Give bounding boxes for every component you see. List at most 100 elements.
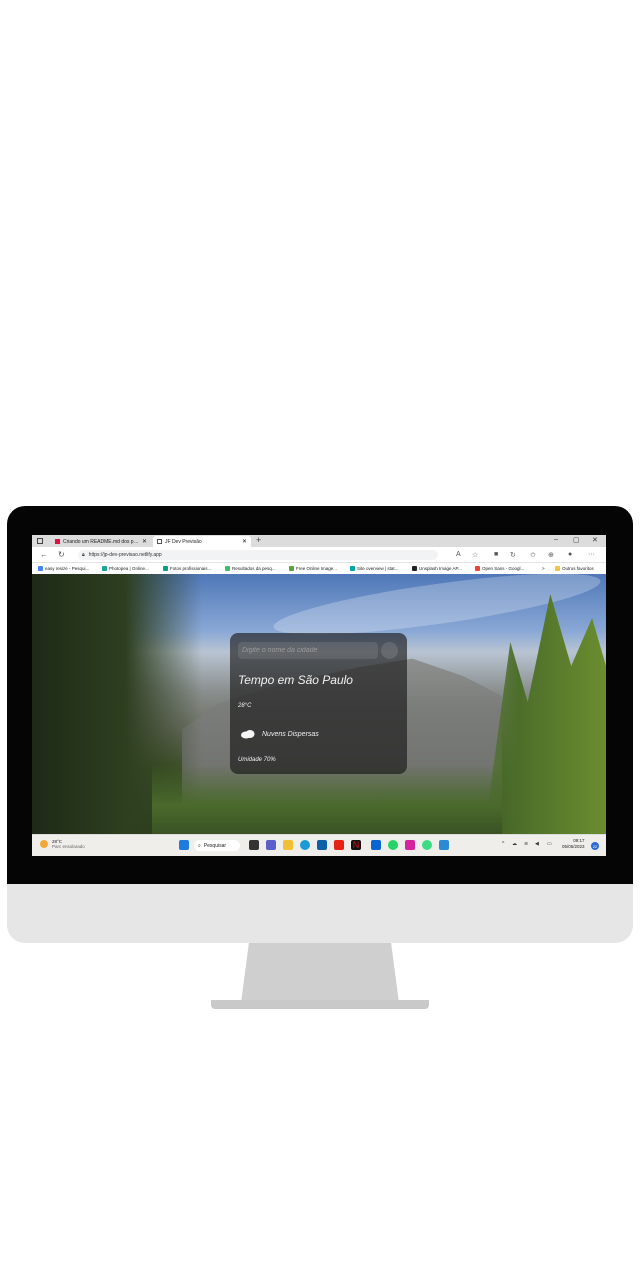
weather-card: Tempo em São Paulo 28°C Nuvens Dispersas… bbox=[230, 633, 407, 774]
favorite-icon bbox=[289, 566, 294, 571]
taskbar: 28°C Parc ensolarado ⌕ Pesquisar N ^ ☁ ≋… bbox=[32, 834, 606, 856]
taskbar-search-label: Pesquisar bbox=[203, 842, 227, 849]
weather-condition: Nuvens Dispersas bbox=[240, 729, 319, 739]
tab-label: Criando um README.md dos pr... bbox=[63, 538, 139, 545]
show-hidden-icons-icon[interactable]: ^ bbox=[502, 841, 504, 847]
close-tab-icon[interactable]: ✕ bbox=[242, 538, 247, 545]
favorite-item[interactable]: Open Sans - Googl... bbox=[475, 566, 524, 571]
city-title: Tempo em São Paulo bbox=[238, 673, 353, 687]
volume-icon[interactable]: ◀ bbox=[535, 841, 539, 847]
start-icon[interactable] bbox=[179, 840, 189, 850]
favorite-icon bbox=[163, 566, 168, 571]
monitor-stand-base bbox=[211, 1000, 429, 1009]
extension-icon[interactable]: ■ bbox=[494, 551, 498, 558]
favorite-item[interactable]: Fotos profissionais... bbox=[163, 566, 211, 571]
profile-icon[interactable]: ● bbox=[568, 551, 572, 558]
favorite-item[interactable]: Photopea | Online... bbox=[102, 566, 149, 571]
notification-badge[interactable]: 22 bbox=[591, 842, 599, 850]
other-favorites-folder[interactable]: Outros favoritos bbox=[555, 566, 594, 571]
whatsapp-icon[interactable] bbox=[388, 840, 398, 850]
tab-actions-icon[interactable] bbox=[37, 538, 43, 544]
battery-icon[interactable]: ▭ bbox=[547, 841, 552, 847]
refresh-icon[interactable]: ↻ bbox=[58, 550, 65, 559]
imac-monitor: Criando um README.md dos pr... ✕ JF Dev … bbox=[7, 506, 633, 1009]
monitor-stand-neck bbox=[241, 943, 399, 1003]
monitor-chin bbox=[7, 884, 633, 943]
task-view-icon[interactable] bbox=[249, 840, 259, 850]
favorite-label: Open Sans - Googl... bbox=[482, 566, 525, 571]
vscode-icon[interactable] bbox=[439, 840, 449, 850]
monitor-screen: Criando um README.md dos pr... ✕ JF Dev … bbox=[32, 535, 606, 856]
more-menu-icon[interactable]: ··· bbox=[588, 551, 595, 558]
tab-label: JF Dev Previsão bbox=[165, 538, 202, 545]
taskbar-weather-widget[interactable]: 28°C Parc ensolarado bbox=[40, 839, 85, 849]
search-button[interactable] bbox=[381, 642, 398, 659]
background-trees-bottom bbox=[152, 764, 502, 834]
favorite-icon bbox=[225, 566, 230, 571]
mail-icon[interactable] bbox=[371, 840, 381, 850]
city-search-input[interactable] bbox=[238, 642, 378, 659]
condition-text: Nuvens Dispersas bbox=[262, 730, 319, 738]
favorite-item[interactable]: Free Online Image... bbox=[289, 566, 337, 571]
partly-sunny-icon bbox=[40, 840, 48, 848]
favorite-icon bbox=[475, 566, 480, 571]
favorite-label: Resultados da pesq... bbox=[232, 566, 276, 571]
favorite-item[interactable]: easy resize - Pesqui... bbox=[38, 566, 89, 571]
monitor-bezel: Criando um README.md dos pr... ✕ JF Dev … bbox=[7, 506, 633, 884]
humidity: Umidade 70% bbox=[238, 757, 276, 763]
other-favorites-label: Outros favoritos bbox=[562, 566, 594, 571]
favorite-item[interactable]: Unsplash Image AP... bbox=[412, 566, 462, 571]
favorite-icon bbox=[102, 566, 107, 571]
teams-icon[interactable] bbox=[266, 840, 276, 850]
android-studio-icon[interactable] bbox=[422, 840, 432, 850]
url-text: https://jp-dev-previsao.netlify.app bbox=[88, 552, 162, 558]
tab-readme[interactable]: Criando um README.md dos pr... ✕ bbox=[51, 536, 151, 547]
favorite-icon bbox=[350, 566, 355, 571]
favorite-item[interactable]: Resultados da pesq... bbox=[225, 566, 276, 571]
page-icon bbox=[55, 539, 60, 544]
taskbar-clock[interactable]: 09:17 05/05/2023 bbox=[562, 838, 585, 850]
favorite-label: Unsplash Image AP... bbox=[419, 566, 462, 571]
collections-icon[interactable]: ⊕ bbox=[548, 551, 554, 559]
new-tab-button[interactable]: + bbox=[256, 535, 261, 545]
tab-strip: Criando um README.md dos pr... ✕ JF Dev … bbox=[32, 535, 606, 547]
file-explorer-icon[interactable] bbox=[283, 840, 293, 850]
favorites-overflow-icon[interactable]: > bbox=[542, 566, 545, 571]
back-icon[interactable]: ← bbox=[40, 550, 48, 559]
temperature: 28°C bbox=[238, 703, 252, 709]
netflix-icon[interactable]: N bbox=[351, 840, 361, 850]
edge-icon[interactable] bbox=[300, 840, 310, 850]
onedrive-icon[interactable]: ☁ bbox=[512, 841, 517, 847]
store-icon[interactable] bbox=[317, 840, 327, 850]
read-aloud-icon[interactable]: A bbox=[456, 551, 461, 558]
address-bar-row: ← ↻ 🔒︎ https://jp-dev-previsao.netlify.a… bbox=[32, 547, 606, 563]
instagram-icon[interactable] bbox=[405, 840, 415, 850]
favorite-item[interactable]: Site overview | stat... bbox=[350, 566, 398, 571]
minimize-button[interactable]: – bbox=[554, 536, 558, 543]
taskbar-search[interactable]: ⌕ Pesquisar bbox=[194, 840, 240, 851]
web-page: Tempo em São Paulo 28°C Nuvens Dispersas… bbox=[32, 574, 606, 834]
close-window-button[interactable]: ✕ bbox=[592, 536, 598, 544]
favorite-icon bbox=[412, 566, 417, 571]
favorite-label: Free Online Image... bbox=[296, 566, 338, 571]
favorites-icon[interactable]: ✩ bbox=[530, 551, 536, 559]
lock-icon: 🔒︎ bbox=[82, 552, 85, 558]
cloud-icon bbox=[241, 730, 255, 739]
close-tab-icon[interactable]: ✕ bbox=[142, 538, 147, 545]
search-icon: ⌕ bbox=[198, 842, 201, 849]
favorite-star-icon[interactable]: ☆ bbox=[472, 551, 478, 559]
favorite-icon bbox=[38, 566, 43, 571]
folder-icon bbox=[555, 566, 560, 571]
wifi-icon[interactable]: ≋ bbox=[524, 841, 528, 847]
maximize-button[interactable]: ▢ bbox=[573, 536, 580, 544]
taskbar-weather-desc: Parc ensolarado bbox=[52, 844, 85, 849]
favorite-label: Site overview | stat... bbox=[357, 566, 399, 571]
tab-jf-dev-previsao[interactable]: JF Dev Previsão ✕ bbox=[153, 536, 251, 547]
refresh-extension-icon[interactable]: ↻ bbox=[510, 551, 516, 559]
address-bar[interactable]: 🔒︎ https://jp-dev-previsao.netlify.app bbox=[78, 550, 438, 560]
favorites-bar: easy resize - Pesqui... Photopea | Onlin… bbox=[32, 563, 606, 574]
youtube-icon[interactable] bbox=[334, 840, 344, 850]
favorite-label: easy resize - Pesqui... bbox=[45, 566, 90, 571]
favorite-label: Fotos profissionais... bbox=[170, 566, 212, 571]
favorite-label: Photopea | Online... bbox=[109, 566, 149, 571]
